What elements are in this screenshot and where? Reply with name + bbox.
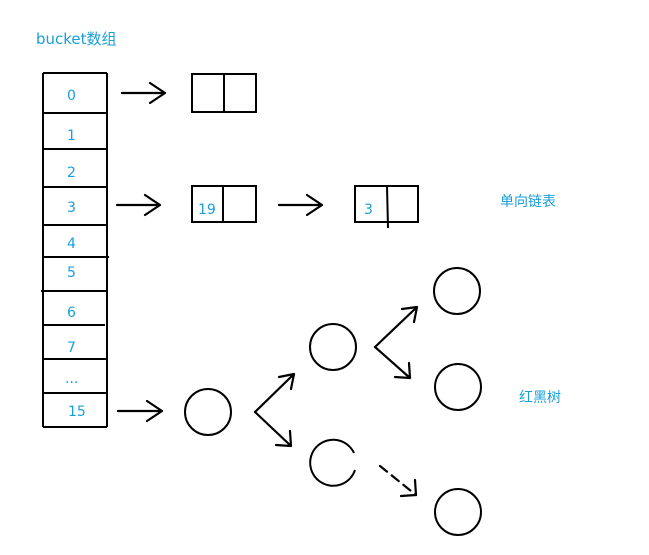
tree-node	[434, 488, 482, 536]
bucket-index: 6	[67, 305, 76, 321]
list-node-value: 19	[198, 202, 216, 218]
tree-node	[184, 388, 232, 436]
list-node-value: 3	[364, 202, 373, 218]
bucket-index: 15	[68, 404, 86, 420]
hashmap-structure-diagram: bucket数组 0 1 2 3 4 5 6 7 ... 15 19 3 单向链…	[36, 30, 561, 536]
arrow-up-right-icon	[253, 372, 296, 414]
arrow-right-icon	[115, 193, 162, 217]
diagram-title: bucket数组	[36, 30, 117, 48]
red-black-tree-label: 红黑树	[519, 390, 561, 406]
arrow-down-right-icon	[378, 464, 418, 497]
bucket-index: 0	[67, 88, 76, 104]
arrow-right-icon	[277, 193, 324, 217]
arrow-down-right-icon	[253, 410, 293, 448]
tree-node	[309, 323, 357, 371]
bucket-index: 7	[67, 340, 76, 356]
tree-node	[433, 267, 481, 315]
bucket-index: 2	[67, 165, 76, 181]
list-node	[191, 73, 257, 113]
red-black-tree	[184, 267, 482, 536]
bucket-index: 1	[67, 128, 76, 144]
tree-node	[434, 363, 482, 411]
arrow-down-right-icon	[373, 345, 412, 380]
bucket-index: 5	[67, 265, 76, 281]
linked-list-label: 单向链表	[500, 194, 556, 210]
tree-node	[309, 438, 356, 487]
bucket-index: ...	[65, 371, 78, 387]
bucket-index: 3	[67, 200, 76, 216]
bucket-labels: 0 1 2 3 4 5 6 7 ... 15	[65, 88, 86, 420]
arrow-right-icon	[120, 81, 167, 105]
bucket-index: 4	[67, 236, 76, 252]
arrow-up-right-icon	[373, 305, 419, 349]
arrow-right-icon	[116, 399, 164, 423]
